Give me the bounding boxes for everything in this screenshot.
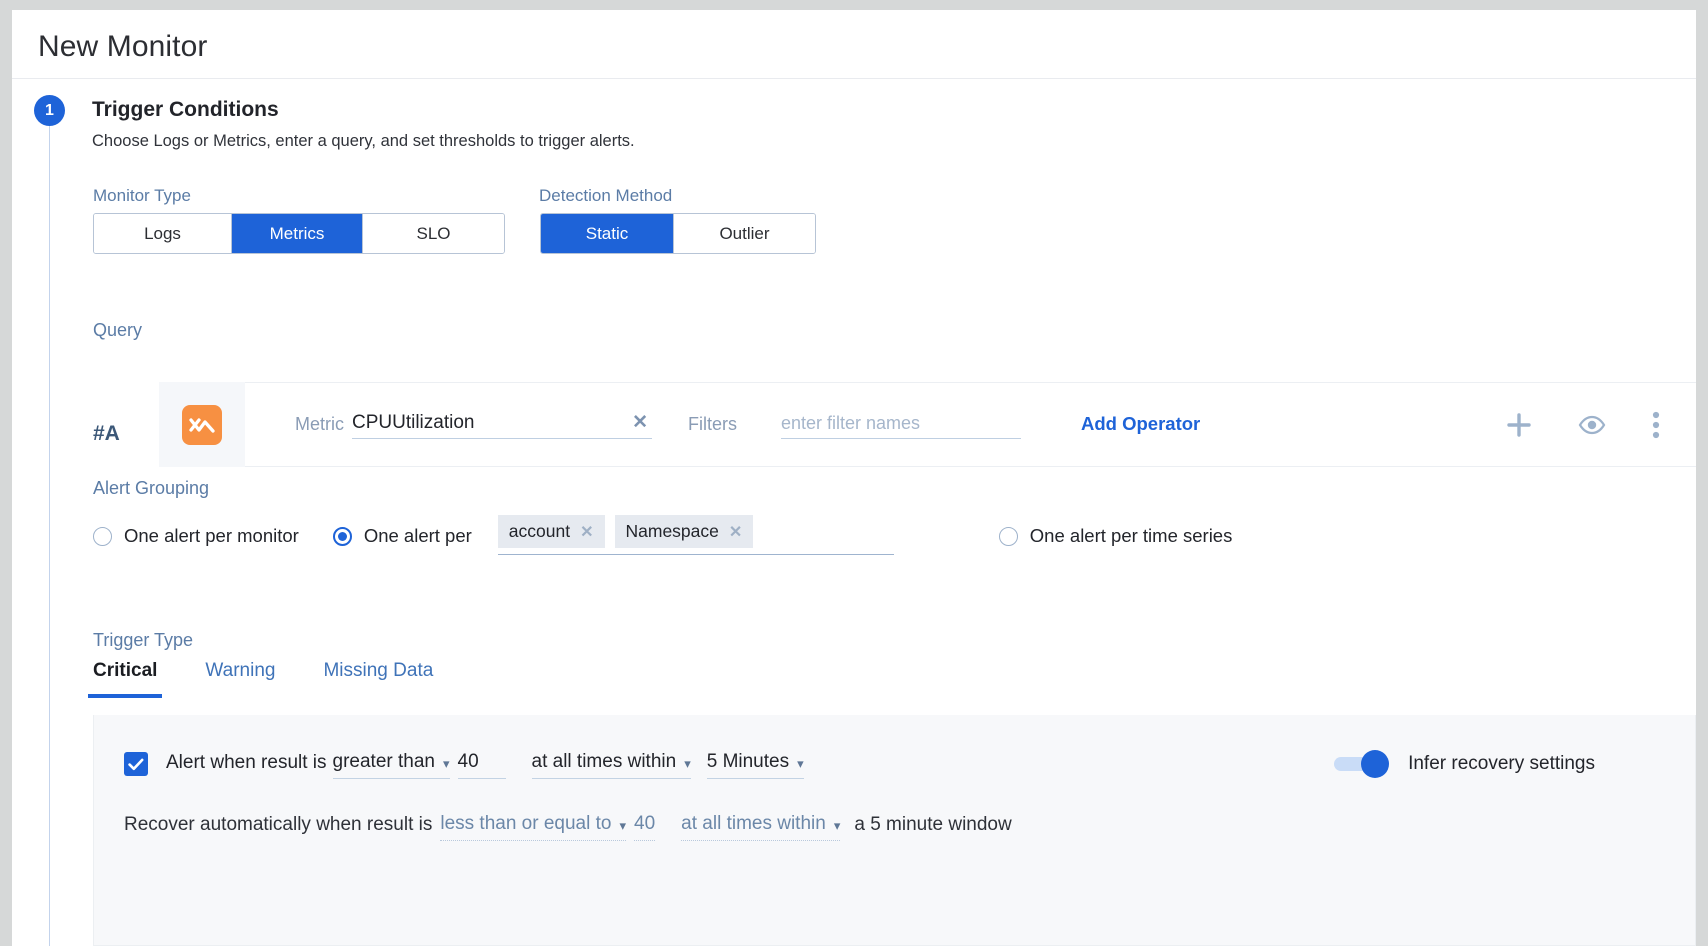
metric-chart-icon — [182, 405, 222, 445]
alert-grouping-options: One alert per monitor One alert per acco… — [93, 515, 1232, 555]
tag-chip[interactable]: Namespace ✕ — [615, 515, 754, 548]
monitor-type-option-slo[interactable]: SLO — [363, 214, 504, 253]
metric-field-label: Metric — [295, 414, 344, 439]
monitor-type-option-metrics[interactable]: Metrics — [232, 214, 363, 253]
alert-operator-dropdown[interactable]: greater than ▾ — [333, 751, 450, 779]
radio-one-alert-per-monitor[interactable]: One alert per monitor — [93, 525, 299, 547]
infer-recovery-toggle[interactable] — [1334, 757, 1386, 771]
infer-recovery-label: Infer recovery settings — [1408, 753, 1595, 775]
filters-field-label: Filters — [688, 414, 737, 439]
alert-window-mode-dropdown[interactable]: at all times within ▾ — [532, 751, 691, 779]
recovery-threshold-input[interactable]: 40 — [634, 813, 655, 841]
radio-label: One alert per monitor — [124, 525, 299, 547]
radio-icon — [999, 527, 1018, 546]
detection-method-segmented-control: Static Outlier — [540, 213, 816, 254]
query-row-id: #A — [93, 422, 120, 446]
tag-label: account — [509, 521, 570, 542]
recovery-duration-text: a 5 minute window — [854, 814, 1011, 841]
alert-duration-dropdown[interactable]: 5 Minutes ▾ — [707, 751, 804, 779]
chevron-down-icon: ▾ — [443, 757, 450, 773]
alert-window-mode-value: at all times within — [532, 751, 677, 773]
chevron-down-icon: ▾ — [797, 757, 804, 773]
alert-threshold-input[interactable]: 40 — [458, 751, 506, 779]
recovery-operator-value: less than or equal to — [440, 813, 611, 835]
section-title: Trigger Conditions — [92, 98, 279, 122]
detection-method-option-outlier[interactable]: Outlier — [674, 214, 815, 253]
alert-condition-row: Alert when result is greater than ▾ 40 a… — [124, 751, 804, 779]
recovery-window-mode-value: at all times within — [681, 813, 826, 835]
tag-chip[interactable]: account ✕ — [498, 515, 605, 548]
step-connector-line — [49, 126, 50, 946]
plus-icon[interactable] — [1506, 412, 1532, 438]
close-x-icon[interactable]: ✕ — [729, 522, 742, 542]
trigger-type-label: Trigger Type — [93, 630, 193, 651]
tag-label: Namespace — [626, 521, 719, 542]
monitor-editor-window: New Monitor 1 Trigger Conditions Choose … — [12, 10, 1696, 946]
alert-condition-lead-text: Alert when result is — [166, 752, 327, 779]
chevron-down-icon: ▾ — [684, 757, 691, 773]
eye-icon[interactable] — [1578, 415, 1606, 435]
chevron-down-icon: ▾ — [619, 819, 626, 835]
metric-input-value: CPUUtilization — [352, 412, 474, 434]
radio-icon — [93, 527, 112, 546]
radio-one-alert-per-time-series[interactable]: One alert per time series — [999, 525, 1233, 547]
query-actions — [1506, 411, 1696, 439]
tab-critical[interactable]: Critical — [93, 660, 157, 698]
query-icon-cell[interactable] — [159, 382, 245, 467]
metric-input[interactable]: CPUUtilization ✕ — [352, 411, 652, 439]
filters-input[interactable]: enter filter names — [781, 413, 1021, 439]
infer-recovery-settings-row: Infer recovery settings — [1334, 753, 1595, 775]
monitor-type-option-logs[interactable]: Logs — [94, 214, 232, 253]
tab-missing-data[interactable]: Missing Data — [323, 660, 433, 698]
close-x-icon[interactable]: ✕ — [580, 522, 593, 542]
section-subtitle: Choose Logs or Metrics, enter a query, a… — [92, 132, 635, 151]
query-row: Metric CPUUtilization ✕ Filters enter fi… — [159, 382, 1696, 467]
add-operator-button[interactable]: Add Operator — [1081, 413, 1200, 439]
detection-method-label: Detection Method — [539, 186, 672, 206]
recovery-operator-dropdown[interactable]: less than or equal to ▾ — [440, 813, 626, 841]
radio-icon-selected — [333, 527, 352, 546]
close-x-icon[interactable]: ✕ — [632, 411, 652, 434]
trigger-type-tabs: Critical Warning Missing Data — [93, 660, 433, 698]
monitor-type-segmented-control: Logs Metrics SLO — [93, 213, 505, 254]
detection-method-option-static[interactable]: Static — [541, 214, 674, 253]
trigger-conditions-panel: Alert when result is greater than ▾ 40 a… — [93, 715, 1696, 946]
query-fields: Metric CPUUtilization ✕ Filters enter fi… — [245, 411, 1696, 439]
monitor-type-label: Monitor Type — [93, 186, 191, 206]
radio-label: One alert per time series — [1030, 525, 1233, 547]
radio-one-alert-per-group[interactable]: One alert per — [333, 525, 472, 547]
alert-grouping-label: Alert Grouping — [93, 478, 209, 499]
chevron-down-icon: ▾ — [834, 819, 841, 835]
alert-condition-checkbox[interactable] — [124, 752, 148, 776]
recovery-lead-text: Recover automatically when result is — [124, 814, 432, 841]
alert-duration-value: 5 Minutes — [707, 751, 789, 773]
page-title: New Monitor — [38, 30, 207, 64]
toggle-knob — [1361, 750, 1389, 778]
title-divider — [12, 78, 1696, 79]
alert-operator-value: greater than — [333, 751, 435, 773]
radio-label: One alert per — [364, 525, 472, 547]
recovery-window-mode-dropdown[interactable]: at all times within ▾ — [681, 813, 840, 841]
recovery-condition-row: Recover automatically when result is les… — [124, 813, 1012, 841]
tab-warning[interactable]: Warning — [205, 660, 275, 698]
step-indicator-1: 1 — [34, 95, 65, 126]
filters-input-placeholder: enter filter names — [781, 413, 920, 434]
dots-vertical-icon[interactable] — [1652, 411, 1660, 439]
query-label: Query — [93, 320, 142, 341]
group-by-tags-input[interactable]: account ✕ Namespace ✕ — [498, 515, 894, 555]
